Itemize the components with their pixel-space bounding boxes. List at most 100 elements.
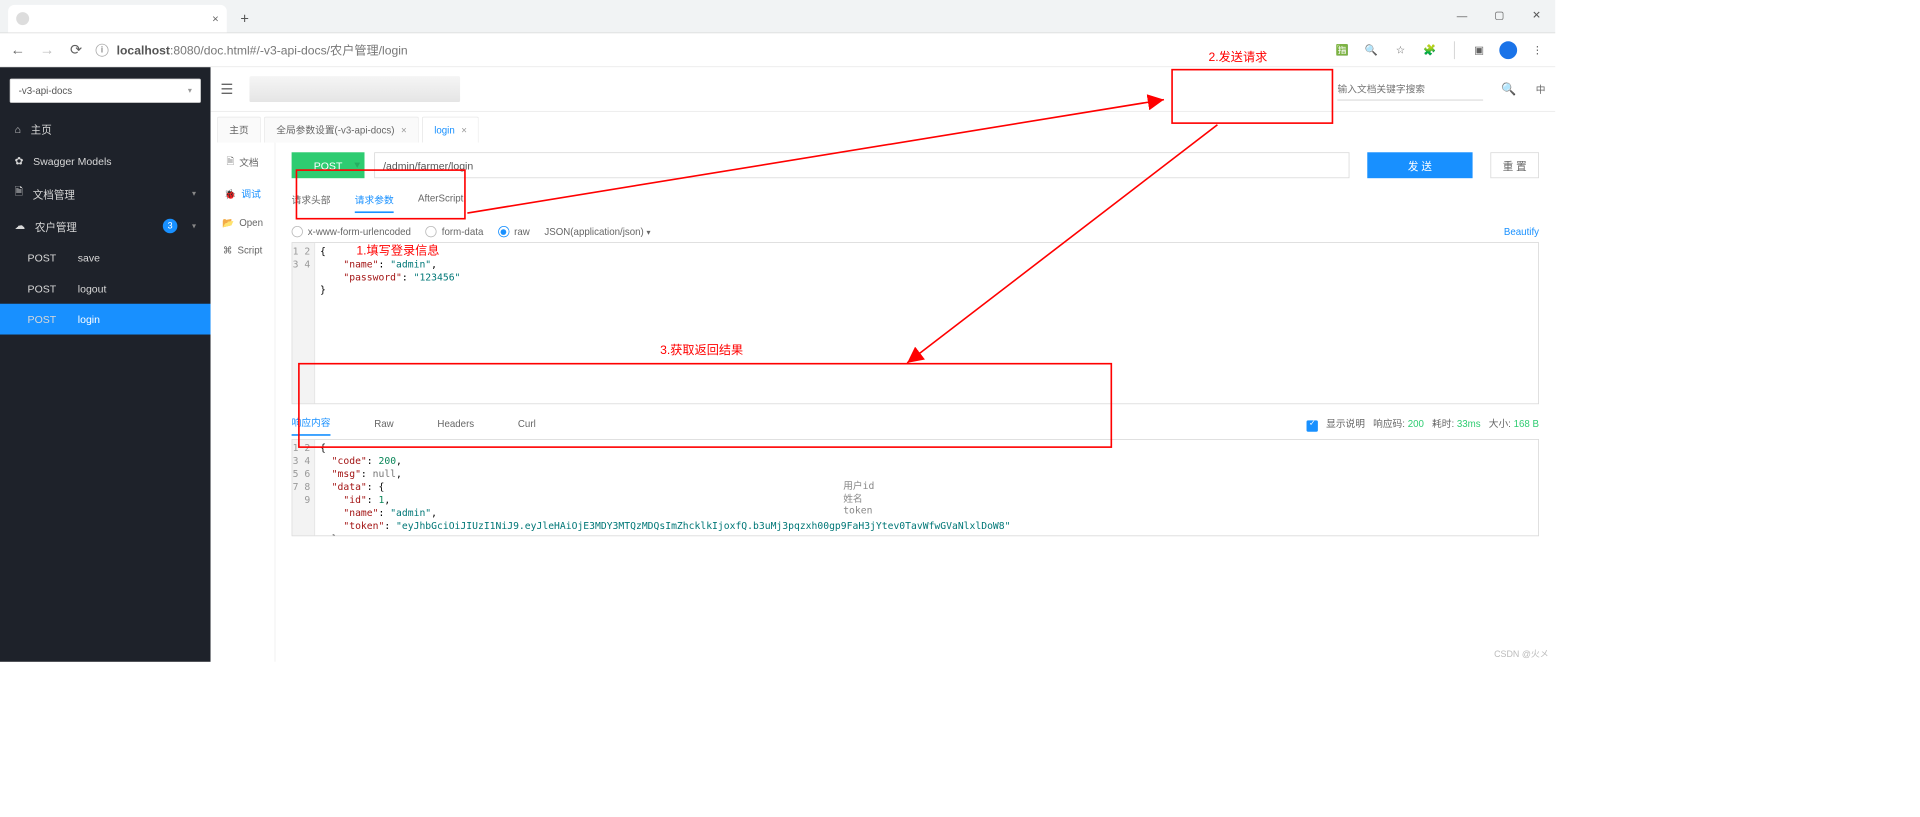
search-field[interactable] xyxy=(1338,83,1484,94)
tab-afterscript[interactable]: AfterScript xyxy=(418,193,463,213)
sidebar-sub-login[interactable]: POST login xyxy=(0,304,211,335)
tab-response-raw[interactable]: Raw xyxy=(374,418,393,434)
search-icon[interactable]: 🔍 xyxy=(1501,82,1516,97)
logo xyxy=(250,76,461,102)
doctab-login[interactable]: login × xyxy=(422,117,479,143)
sidebar-sub-logout[interactable]: POST logout xyxy=(0,273,211,304)
sidebar-item-swagger[interactable]: ✿ Swagger Models xyxy=(0,145,211,177)
file-icon: 🗎 xyxy=(227,154,235,171)
tab-response-curl[interactable]: Curl xyxy=(518,418,536,434)
doctab-home[interactable]: 主页 xyxy=(217,117,261,143)
content-type-row: x-www-form-urlencoded form-data raw JSON… xyxy=(292,226,1539,237)
sidepanel-icon[interactable]: ▣ xyxy=(1469,40,1488,59)
address-bar: ← → ⟳ i localhost:8080/doc.html#/-v3-api… xyxy=(0,33,1555,67)
sidebar-item-label: Swagger Models xyxy=(33,155,111,167)
url-field[interactable]: i localhost:8080/doc.html#/-v3-api-docs/… xyxy=(96,41,1323,58)
beautify-button[interactable]: Beautify xyxy=(1504,226,1539,237)
reload-button[interactable]: ⟳ xyxy=(66,40,85,59)
search-input[interactable] xyxy=(1338,78,1484,101)
sidebar-item-label: 农户管理 xyxy=(35,218,77,233)
window-close-icon[interactable]: ✕ xyxy=(1518,3,1555,27)
tab-headers[interactable]: 请求头部 xyxy=(292,193,331,213)
close-icon[interactable]: × xyxy=(212,12,219,25)
back-button[interactable]: ← xyxy=(8,40,27,59)
rail-debug[interactable]: 🐞调试 xyxy=(224,187,260,201)
gutter: 1 2 3 4 5 6 7 8 9 xyxy=(292,440,315,536)
forward-button[interactable]: → xyxy=(37,40,56,59)
radio-urlencoded[interactable]: x-www-form-urlencoded xyxy=(292,226,411,237)
sidebar-item-label: 主页 xyxy=(31,121,52,136)
browser-tabstrip: × + — ▢ ✕ xyxy=(0,0,1555,33)
rail-doc[interactable]: 🗎文档 xyxy=(227,154,259,171)
checkbox-show-desc[interactable]: ✓ xyxy=(1307,420,1318,431)
tab-label: login xyxy=(434,124,455,135)
window-maximize-icon[interactable]: ▢ xyxy=(1481,3,1518,27)
close-icon[interactable]: × xyxy=(401,124,407,135)
endpoint-name: save xyxy=(78,252,100,264)
count-badge: 3 xyxy=(163,219,178,234)
favicon xyxy=(16,12,29,25)
method-select[interactable]: POST xyxy=(292,152,365,178)
cloud-icon: ☁ xyxy=(15,220,26,233)
rail-script[interactable]: ⌘Script xyxy=(223,245,262,256)
sidebar-sub-save[interactable]: POST save xyxy=(0,242,211,273)
swagger-icon: ✿ xyxy=(15,155,24,168)
close-icon[interactable]: × xyxy=(461,124,467,135)
zoom-icon[interactable]: 🔍 xyxy=(1362,40,1381,59)
response-subtabs: 响应内容 Raw Headers Curl ✓ 显示说明 响应码: 200 耗时… xyxy=(292,416,1539,436)
sidebar-item-farmer[interactable]: ☁ 农户管理 3 ▾ xyxy=(0,210,211,242)
method-label: POST xyxy=(28,282,67,294)
window-minimize-icon[interactable]: — xyxy=(1443,3,1480,27)
tab-response-content[interactable]: 响应内容 xyxy=(292,416,331,436)
request-body-editor[interactable]: 1 2 3 4 { "name": "admin", "password": "… xyxy=(292,242,1539,404)
method-label: POST xyxy=(28,313,67,325)
language-toggle[interactable]: 中 xyxy=(1536,82,1546,96)
radio-raw[interactable]: raw xyxy=(498,226,530,237)
send-button[interactable]: 发 送 xyxy=(1367,152,1472,178)
rail-open[interactable]: 📂Open xyxy=(222,217,263,228)
response-size: 168 B xyxy=(1514,418,1539,429)
api-group-value: -v3-api-docs xyxy=(19,85,72,96)
site-info-icon[interactable]: i xyxy=(96,43,109,56)
star-icon[interactable]: ☆ xyxy=(1391,40,1410,59)
doctab-global[interactable]: 全局参数设置(-v3-api-docs) × xyxy=(264,117,419,143)
reset-button[interactable]: 重 置 xyxy=(1490,152,1539,178)
tab-params[interactable]: 请求参数 xyxy=(355,193,394,213)
chevron-down-icon: ▾ xyxy=(188,86,192,95)
request-url: /admin/farmer/login xyxy=(383,159,473,171)
method-label: POST xyxy=(28,252,67,264)
code-body[interactable]: { "name": "admin", "password": "123456" … xyxy=(315,243,465,403)
doc-tabs: 主页 全局参数设置(-v3-api-docs) × login × xyxy=(211,112,1556,143)
doc-icon: 🗎 xyxy=(15,185,23,203)
collapse-sidebar-icon[interactable]: ☰ xyxy=(220,81,233,98)
response-meta: ✓ 显示说明 响应码: 200 耗时: 33ms 大小: 168 B xyxy=(1307,416,1539,435)
translate-icon[interactable]: 🈯 xyxy=(1332,40,1351,59)
menu-icon[interactable]: ⋮ xyxy=(1528,40,1547,59)
gutter: 1 2 3 4 xyxy=(292,243,315,403)
script-icon: ⌘ xyxy=(223,245,233,256)
field-hint-name: 姓名 xyxy=(843,492,862,506)
browser-tab[interactable]: × xyxy=(8,5,227,33)
chevron-down-icon: ▾ xyxy=(192,222,196,231)
sidebar-item-home[interactable]: ⌂ 主页 xyxy=(0,113,211,145)
tab-response-headers[interactable]: Headers xyxy=(437,418,474,434)
request-url-input[interactable]: /admin/farmer/login xyxy=(374,152,1349,178)
sidebar-item-label: 文档管理 xyxy=(33,186,75,201)
radio-formdata[interactable]: form-data xyxy=(426,226,484,237)
request-line: POST /admin/farmer/login 发 送 重 置 xyxy=(292,152,1539,178)
mime-select[interactable]: JSON(application/json) ▾ xyxy=(544,226,650,237)
extensions-icon[interactable]: 🧩 xyxy=(1420,40,1439,59)
profile-avatar[interactable] xyxy=(1499,40,1518,59)
topbar: ☰ 🔍 中 xyxy=(211,67,1556,112)
elapsed-time: 33ms xyxy=(1457,418,1481,429)
left-rail: 🗎文档 🐞调试 📂Open ⌘Script xyxy=(211,143,276,662)
field-hint-token: token xyxy=(843,505,872,516)
sidebar-item-docs[interactable]: 🗎 文档管理 ▾ xyxy=(0,177,211,209)
watermark: CSDN @火メ xyxy=(1494,647,1549,660)
url-host: localhost xyxy=(117,44,170,58)
method-value: POST xyxy=(314,159,343,171)
bug-icon: 🐞 xyxy=(224,188,236,199)
new-tab-button[interactable]: + xyxy=(233,7,256,30)
field-hint-userid: 用户id xyxy=(843,479,874,493)
api-group-select[interactable]: -v3-api-docs ▾ xyxy=(10,79,201,103)
